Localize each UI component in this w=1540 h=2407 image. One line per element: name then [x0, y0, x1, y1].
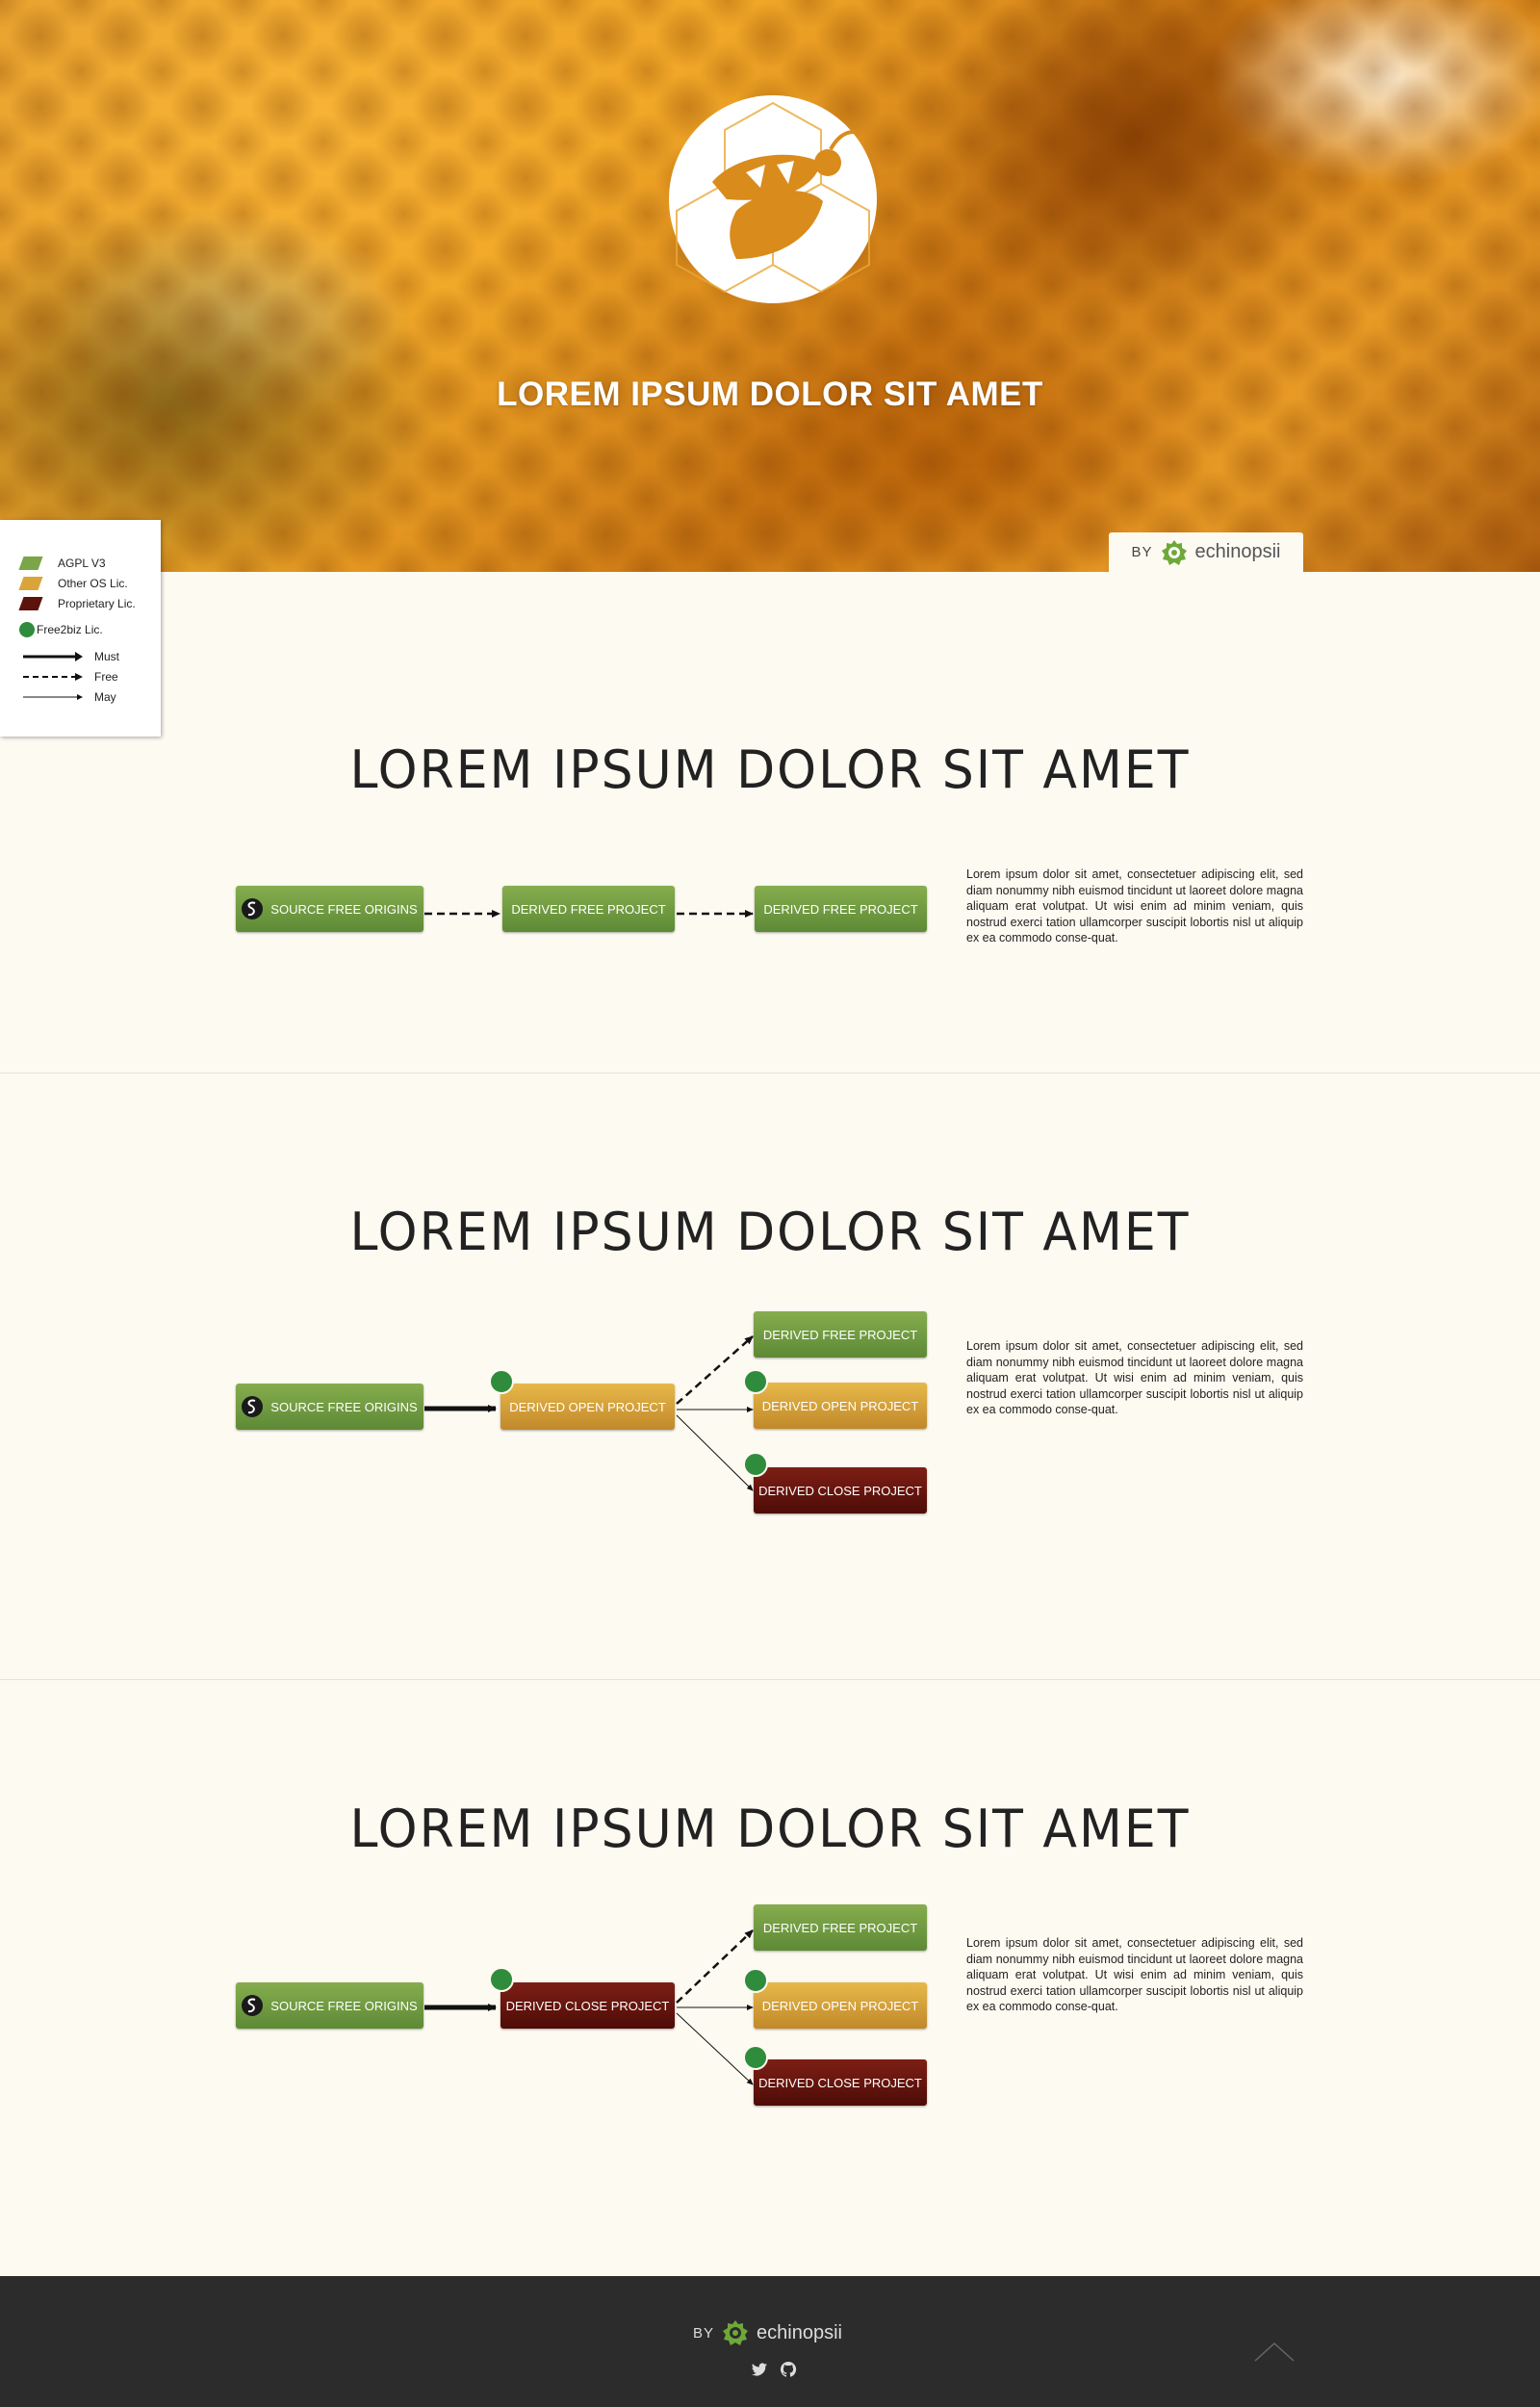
- gold-swatch: [18, 577, 43, 590]
- brand-name: echinopsii: [1194, 541, 1281, 562]
- legend-item-must: Must: [23, 650, 119, 663]
- may-arrow-icon: [23, 694, 83, 700]
- section-title: LOREM IPSUM DOLOR SIT AMET: [349, 739, 1191, 801]
- free2biz-badge-icon: [489, 1967, 514, 1992]
- derived-open-project-box[interactable]: DERIVED OPEN PROJECT: [500, 1384, 675, 1430]
- legend-item-agpl: AGPL V3: [18, 556, 106, 570]
- section-description: Lorem ipsum dolor sit amet, consectetuer…: [966, 1339, 1303, 1416]
- free2biz-badge-icon: [489, 1369, 514, 1394]
- source-icon: [242, 1995, 264, 2016]
- legend-item-other-os: Other OS Lic.: [18, 577, 128, 590]
- legend-item-proprietary: Proprietary Lic.: [18, 597, 136, 610]
- free2biz-badge-icon: [743, 1369, 768, 1394]
- free2biz-badge-icon: [743, 1968, 768, 1993]
- hero-banner: LOREM IPSUM DOLOR SIT AMET: [0, 0, 1540, 572]
- by-label: BY: [693, 2324, 715, 2342]
- section-divider: [0, 1073, 1540, 1074]
- legend-item-free: Free: [23, 670, 118, 684]
- derived-free-project-box[interactable]: DERIVED FREE PROJECT: [754, 1904, 927, 1951]
- free2biz-badge-icon: [743, 2045, 768, 2070]
- red-swatch: [18, 597, 43, 610]
- twitter-icon[interactable]: [751, 2361, 768, 2378]
- derived-close-project-box[interactable]: DERIVED CLOSE PROJECT: [500, 1982, 675, 2029]
- derived-open-project-box[interactable]: DERIVED OPEN PROJECT: [754, 1982, 927, 2029]
- section-divider: [0, 1679, 1540, 1680]
- brand-name: echinopsii: [757, 2321, 842, 2343]
- derived-free-project-box[interactable]: DERIVED FREE PROJECT: [755, 886, 927, 932]
- legend-item-may: May: [23, 690, 116, 704]
- source-free-origins-box[interactable]: SOURCE FREE ORIGINS: [236, 1982, 424, 2029]
- derived-close-project-box[interactable]: DERIVED CLOSE PROJECT: [754, 2059, 927, 2106]
- section-title: LOREM IPSUM DOLOR SIT AMET: [349, 1799, 1191, 1860]
- free-arrow-icon: [23, 673, 83, 681]
- free2biz-badge-icon: [743, 1452, 768, 1477]
- source-icon: [242, 1396, 264, 1417]
- section-description: Lorem ipsum dolor sit amet, consectetuer…: [966, 867, 1303, 945]
- hero-title: LOREM IPSUM DOLOR SIT AMET: [497, 375, 1043, 413]
- derived-close-project-box[interactable]: DERIVED CLOSE PROJECT: [754, 1467, 927, 1514]
- section-description: Lorem ipsum dolor sit amet, consectetuer…: [966, 1936, 1303, 2013]
- echinopsii-logo-icon: [1161, 539, 1187, 565]
- must-arrow-icon: [23, 652, 83, 661]
- section-title: LOREM IPSUM DOLOR SIT AMET: [349, 1202, 1191, 1263]
- bee-logo: [669, 95, 877, 303]
- legend-panel: AGPL V3 Other OS Lic. Proprietary Lic. F…: [0, 520, 161, 737]
- derived-open-project-box[interactable]: DERIVED OPEN PROJECT: [754, 1383, 927, 1429]
- by-label: BY: [1131, 544, 1153, 560]
- derived-free-project-box[interactable]: DERIVED FREE PROJECT: [502, 886, 675, 932]
- brand-tab[interactable]: BY echinopsii: [1109, 532, 1303, 572]
- green-swatch: [18, 556, 43, 570]
- footer-brand[interactable]: BY echinopsii: [693, 2319, 842, 2346]
- free2biz-icon: [19, 622, 35, 637]
- chevron-up-icon[interactable]: [1253, 2340, 1296, 2363]
- derived-free-project-box[interactable]: DERIVED FREE PROJECT: [754, 1311, 927, 1358]
- source-icon: [242, 898, 264, 919]
- source-free-origins-box[interactable]: SOURCE FREE ORIGINS: [236, 886, 424, 932]
- source-free-origins-box[interactable]: SOURCE FREE ORIGINS: [236, 1384, 424, 1430]
- legend-item-free2biz: Free2biz Lic.: [19, 622, 103, 637]
- echinopsii-logo-icon: [723, 2320, 749, 2345]
- github-icon[interactable]: [780, 2361, 797, 2378]
